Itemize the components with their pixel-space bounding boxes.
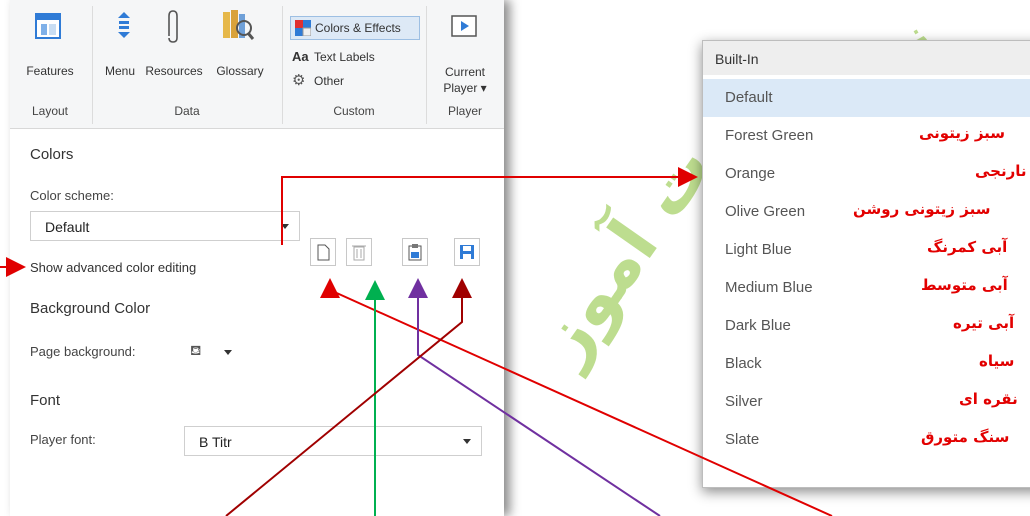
arrow-import-button [408, 278, 661, 516]
annotation-arrows [0, 167, 833, 516]
arrow-dropdown-to-list [281, 167, 698, 245]
arrow-save-button [225, 278, 472, 516]
arrow-new-button [320, 278, 833, 516]
